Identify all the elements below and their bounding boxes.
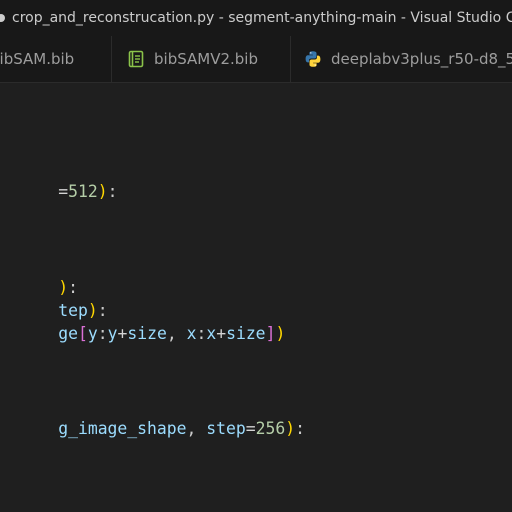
tab-deeplabv3plus[interactable]: deeplabv3plus_r50-d8_51 [291, 36, 512, 82]
code-line: g_image_shape, step=256): [58, 419, 305, 438]
tab-label: bibSAMV2.bib [154, 50, 258, 68]
code-line: ge[y:y+size, x:x+size]) [58, 324, 286, 343]
window-title: crop_and_reconstrucation.py - segment-an… [12, 10, 512, 26]
python-icon [305, 51, 321, 67]
code-editor[interactable]: =512): ): tep): ge[y:y+size, x:x+size]) … [0, 83, 512, 512]
book-icon [128, 50, 144, 68]
tab-bibsam[interactable]: bibSAM.bib [0, 36, 112, 82]
tab-bibsamv2[interactable]: bibSAMV2.bib [112, 36, 291, 82]
code-line: =512): [58, 182, 118, 201]
code-line: ): [58, 278, 78, 297]
unsaved-dot-icon [0, 14, 5, 22]
title-bar: crop_and_reconstrucation.py - segment-an… [0, 0, 512, 36]
code-line: nt, width)) [0, 487, 167, 511]
editor-tab-bar: bibSAM.bib bibSAMV2.bib deeplabv3plus_r5… [0, 36, 512, 83]
vscode-window: crop_and_reconstrucation.py - segment-an… [0, 0, 512, 512]
tab-label: deeplabv3plus_r50-d8_51 [331, 50, 512, 68]
code-line: tep): [58, 301, 108, 320]
tab-label: bibSAM.bib [0, 50, 75, 68]
